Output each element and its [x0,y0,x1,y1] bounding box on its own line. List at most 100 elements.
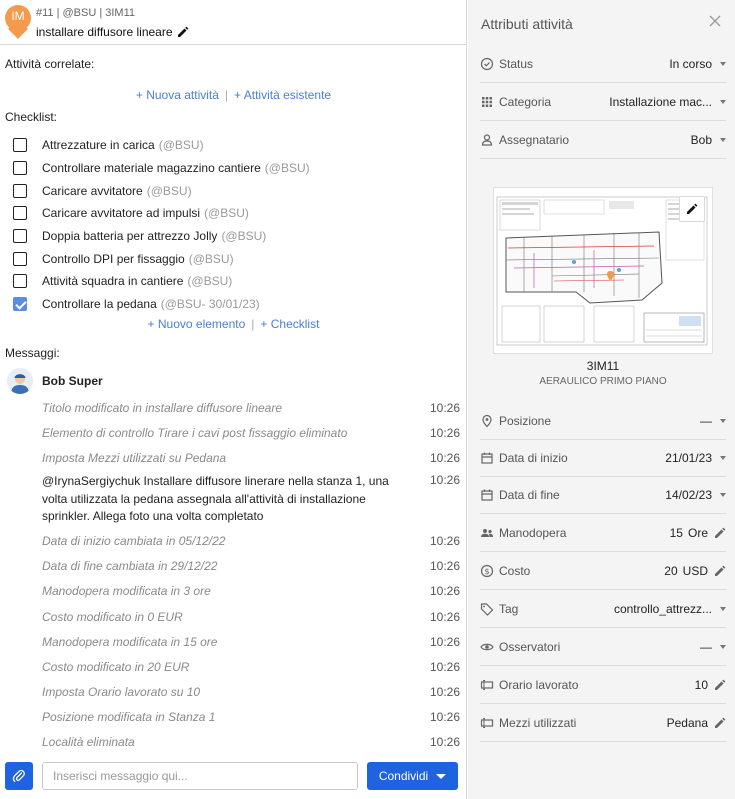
status-label: Status [499,56,534,71]
new-checklist-link[interactable]: + Checklist [260,317,319,331]
tag-label: Tag [499,601,519,616]
message-text: Data di inizio cambiata in 05/12/22 [42,534,226,549]
task-title[interactable]: installare diffusore lineare [36,25,189,39]
chevron-down-icon [436,773,447,779]
pencil-icon[interactable] [177,26,189,38]
message-item: Località eliminata 10:26 [42,730,460,755]
checklist-item[interactable]: Attività squadra in cantiere (@BSU) [13,270,453,293]
message-composer: Condividi [0,756,467,799]
new-activity-link[interactable]: + Nuova attività [136,88,219,102]
plan-thumbnail[interactable] [493,187,713,354]
link-separator: | [224,88,229,102]
tools-used-field[interactable]: Mezzi utilizzati Pedana [480,704,726,742]
chevron-down-icon[interactable] [720,418,726,423]
category-value[interactable]: Installazione mac... [609,95,712,109]
attach-button[interactable] [5,762,33,790]
chevron-down-icon[interactable] [720,455,726,460]
task-title-text[interactable]: installare diffusore lineare [36,25,173,39]
message-text: @IrynaSergiychuk Installare diffusore li… [42,474,389,524]
chevron-down-icon[interactable] [720,492,726,497]
pencil-icon [687,203,698,214]
checklist-item-label: Caricare avvitatore [42,183,143,198]
observers-label: Osservatori [499,639,561,654]
message-time: 10:26 [429,735,460,750]
checkbox[interactable] [13,297,27,312]
start-date-field[interactable]: Data di inizio 21/01/23 [480,439,726,477]
checkbox[interactable] [13,183,27,198]
checklist-item[interactable]: Attrezzature in carica (@BSU) [13,134,453,157]
checklist: Attrezzature in carica (@BSU) Controllare … [13,134,453,316]
labor-field[interactable]: Manodopera 15 Ore [480,514,726,552]
labor-value[interactable]: 15 [670,526,683,540]
checkbox[interactable] [13,251,27,266]
checklist-item[interactable]: Doppia batteria per attrezzo Jolly (@BSU) [13,225,453,248]
avatar [7,368,33,394]
pencil-icon[interactable] [714,679,726,691]
message-text: Imposta Mezzi utilizzati su Pedana [42,451,227,466]
checklist-item-label: Doppia batteria per attrezzo Jolly [42,229,218,244]
chevron-down-icon[interactable] [720,137,726,142]
checklist-item[interactable]: Controllo DPI per fissaggio (@BSU) [13,247,453,270]
checklist-item[interactable]: Caricare avvitatore ad impulsi (@BSU) [13,202,453,225]
hours-worked-field[interactable]: Orario lavorato 10 [480,666,726,704]
tag-field[interactable]: Tag controllo_attrezz... [480,590,726,628]
messages-label: Messaggi: [5,346,60,360]
status-value[interactable]: In corso [669,57,712,71]
message-input[interactable] [42,762,358,790]
start-date-value[interactable]: 21/01/23 [665,451,712,465]
checklist-label: Checklist: [5,110,58,124]
close-icon[interactable] [708,14,722,28]
end-date-value[interactable]: 14/02/23 [665,488,712,502]
checklist-item[interactable]: Caricare avvitatore (@BSU) [13,179,453,202]
eye-icon [480,643,494,650]
attributes-title: Attributi attività [481,16,573,32]
tools-used-value[interactable]: Pedana [667,716,708,730]
person-icon [481,133,493,146]
checkbox[interactable] [13,161,27,176]
chevron-down-icon[interactable] [720,606,726,611]
position-field[interactable]: Posizione — [480,402,726,440]
checklist-item[interactable]: Controllare la pedana (@BSU- 30/01/23) [13,293,453,316]
chevron-down-icon[interactable] [720,61,726,66]
cost-field[interactable]: $ Costo 20 USD [480,552,726,590]
position-value[interactable]: — [700,414,712,428]
assignee-value[interactable]: Bob [691,133,712,147]
status-field[interactable]: Status In corso [480,45,726,83]
existing-activity-link[interactable]: + Attività esistente [234,88,331,102]
cost-value[interactable]: 20 [664,564,677,578]
checklist-item-meta: (@BSU- 30/01/23) [160,297,260,312]
checkbox[interactable] [13,206,27,221]
checkbox[interactable] [13,138,27,153]
message-time: 10:26 [429,584,460,599]
observers-value[interactable]: — [700,640,712,654]
edit-plan-button[interactable] [679,196,705,222]
new-item-link[interactable]: + Nuovo elemento [148,317,246,331]
pencil-icon[interactable] [714,717,726,729]
assignee-field[interactable]: Assegnatario Bob [480,121,726,159]
end-date-field[interactable]: Data di fine 14/02/23 [480,476,726,514]
hours-worked-value[interactable]: 10 [695,678,708,692]
cost-label: Costo [499,563,531,578]
paperclip-icon [12,769,25,783]
message-time: 10:26 [429,451,460,466]
tag-value[interactable]: controllo_attrezz... [614,602,712,616]
message-text: Data di fine cambiata in 29/12/22 [42,559,218,574]
calendar-icon [481,452,493,464]
observers-field[interactable]: Osservatori — [480,628,726,666]
message-item: Imposta Mezzi utilizzati su Pedana 10:26 [42,446,460,471]
pencil-icon[interactable] [714,565,726,577]
chevron-down-icon[interactable] [720,99,726,104]
share-button[interactable]: Condividi [367,762,458,790]
checkbox[interactable] [13,274,27,289]
pencil-icon[interactable] [714,527,726,539]
checklist-item[interactable]: Controllare materiale magazzino cantiere… [13,157,453,180]
category-field[interactable]: Categoria Installazione mac... [480,83,726,121]
chevron-down-icon[interactable] [720,644,726,649]
tools-used-label: Mezzi utilizzati [499,715,577,730]
checkbox[interactable] [13,229,27,244]
message-time: 10:26 [429,609,460,624]
checklist-item-meta: (@BSU) [158,138,204,153]
message-list: Titolo modificato in installare diffusor… [42,396,460,755]
message-text: Manodopera modificata in 15 ore [42,634,218,649]
checklist-item-label: Attrezzature in carica [42,138,155,153]
